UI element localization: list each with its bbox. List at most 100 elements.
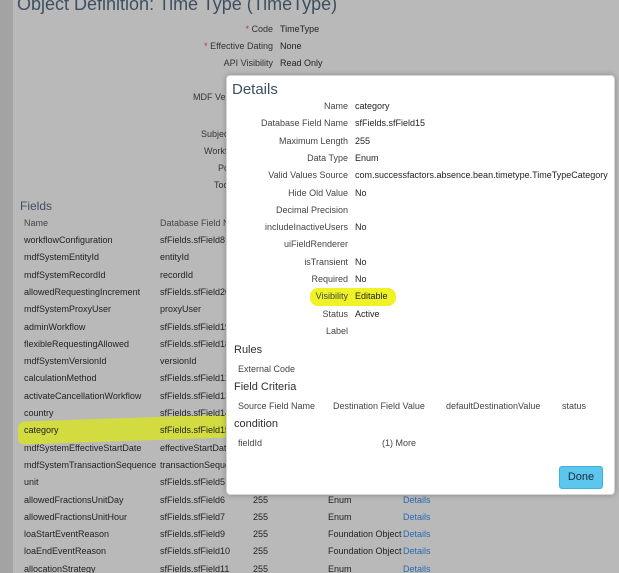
condition-more-link[interactable]: (1) More <box>382 438 416 448</box>
details-link[interactable]: Details <box>403 543 431 560</box>
property-row: Data Type Enum <box>227 150 616 167</box>
property-label: Hide Old Value <box>288 187 348 198</box>
field-name-cell: mdfSystemRecordId <box>24 269 106 280</box>
criteria-col-source-field: Source Field Name <box>238 401 316 411</box>
done-button[interactable]: Done <box>559 466 603 489</box>
property-label: isTransient <box>304 256 348 267</box>
property-row: Valid Values Source com.successfactors.ab… <box>227 167 616 184</box>
details-link[interactable]: Details <box>403 526 431 543</box>
property-label: Valid Values Source <box>268 170 348 181</box>
db-field-cell: sfFields.sfField10 <box>160 546 231 557</box>
property-value: No <box>355 222 367 233</box>
property-row: isTransient No <box>227 254 616 271</box>
property-row: Required No <box>227 271 616 288</box>
property-value: category <box>355 101 390 111</box>
property-label: Decimal Precision <box>275 204 348 215</box>
field-name-cell: loaStartEventReason <box>24 529 110 540</box>
field-name-cell: allowedFractionsUnitDay <box>24 494 124 505</box>
max-length-cell: 255 <box>253 563 269 573</box>
property-row: Status Active <box>227 306 616 323</box>
db-field-cell: sfFields.sfField11 <box>160 563 230 573</box>
db-field-cell: sfFields.sfField6 <box>160 494 226 505</box>
property-value: No <box>355 187 367 198</box>
field-name-cell: mdfSystemEffectiveStartDate <box>24 442 142 453</box>
rules-section-title: Rules <box>234 344 263 356</box>
criteria-col-default-destination: defaultDestinationValue <box>446 401 541 411</box>
rules-external-code: External Code <box>238 364 296 374</box>
field-name-cell: workflowConfiguration <box>24 235 113 245</box>
property-value: 255 <box>355 135 371 146</box>
db-field-cell: sfFields.sfField15 <box>160 425 231 436</box>
property-value: Enum <box>355 152 379 163</box>
db-field-cell: sfFields.sfField9 <box>160 529 226 540</box>
property-label: Maximum Length <box>278 135 348 146</box>
criteria-col-status: status <box>562 401 587 411</box>
condition-field-id: fieldId <box>238 438 263 448</box>
db-field-cell: sfFields.sfField7 <box>160 511 226 522</box>
header-field-effective-dating: * Effective Dating None <box>204 41 302 51</box>
property-row: Hide Old Value No <box>227 185 616 202</box>
column-header-name: Name <box>24 218 49 228</box>
property-label: Visibility <box>315 291 348 302</box>
max-length-cell: 255 <box>253 511 269 522</box>
property-row: Database Field Name sfFields.sfField15 <box>227 115 616 132</box>
db-field-cell: transactionSeque <box>160 459 231 470</box>
db-field-cell: sfFields.sfField5 <box>160 477 226 488</box>
property-row: Name category <box>227 98 616 115</box>
field-name-cell: mdfSystemEntityId <box>24 252 100 263</box>
field-name-cell: flexibleRequestingAllowed <box>24 338 130 349</box>
max-length-cell: 255 <box>253 546 269 557</box>
property-value: Editable <box>355 291 388 302</box>
property-value: sfFields.sfField15 <box>355 118 426 129</box>
field-name-cell: calculationMethod <box>24 373 97 384</box>
header-field-code: * Code TimeType <box>245 24 320 34</box>
dialog-title: Details <box>232 81 278 98</box>
property-label: uiFieldRenderer <box>283 239 348 250</box>
details-link[interactable]: Details <box>403 561 431 573</box>
field-name-cell: allowedFractionsUnitHour <box>24 511 128 522</box>
field-name-cell: mdfSystemVersionId <box>24 356 107 367</box>
table-row: allocationStrategy sfFields.sfField11 255 E… <box>0 561 619 573</box>
data-type-cell: Foundation Object <box>328 529 402 540</box>
db-field-cell: entityId <box>160 252 190 263</box>
db-field-cell: sfFields.sfField8 <box>160 235 226 245</box>
property-label: Data Type <box>307 152 348 163</box>
partial-label-mdf-version: MDF Ver <box>193 92 229 102</box>
property-value: Active <box>355 308 380 319</box>
db-field-cell: sfFields.sfField13 <box>160 390 231 401</box>
property-row: Maximum Length 255 <box>227 133 616 150</box>
details-dialog: Details Name category Database Field Name s… <box>226 75 615 495</box>
field-name-cell: mdfSystemTransactionSequence <box>24 459 157 470</box>
db-field-cell: sfFields.sfField18 <box>160 338 231 349</box>
criteria-col-destination-value: Destination Field Value <box>333 401 425 411</box>
field-name-cell: country <box>24 408 54 418</box>
property-label: Name <box>323 101 348 111</box>
db-field-cell: effectiveStartDate <box>160 442 232 453</box>
column-header-database-field: Database Field N <box>160 218 230 228</box>
field-criteria-title: Field Criteria <box>234 381 297 393</box>
property-row: includeInactiveUsers No <box>227 219 616 236</box>
db-field-cell: sfFields.sfField20 <box>160 286 231 297</box>
table-row: loaEndEventReason sfFields.sfField10 255 Fo… <box>0 543 619 560</box>
page-title: Object Definition: Time Type (TimeType) <box>17 0 338 14</box>
property-row: Visibility Editable <box>227 288 616 305</box>
header-field-api-visibility: API Visibility Read Only <box>223 58 323 68</box>
condition-title: condition <box>234 418 279 430</box>
data-type-cell: Enum <box>328 563 352 573</box>
field-name-cell: activateCancellationWorkflow <box>24 390 142 401</box>
details-link[interactable]: Details <box>403 509 431 526</box>
field-name-cell: unit <box>24 477 39 488</box>
field-name-cell: allowedRequestingIncrement <box>24 286 141 297</box>
db-field-cell: sfFields.sfField12 <box>160 373 231 384</box>
field-name-cell: allocationStrategy <box>24 563 96 573</box>
partial-label-subject: Subjec <box>201 129 229 139</box>
property-label: Label <box>325 325 348 336</box>
property-value: No <box>355 274 367 284</box>
field-name-cell: mdfSystemProxyUser <box>24 304 112 315</box>
property-label: Status <box>322 308 348 319</box>
field-name-cell: category <box>24 425 59 436</box>
db-field-cell: proxyUser <box>160 304 202 315</box>
db-field-cell: recordId <box>160 269 194 280</box>
field-name-cell: adminWorkflow <box>24 321 86 332</box>
fields-section-title: Fields <box>20 199 53 213</box>
